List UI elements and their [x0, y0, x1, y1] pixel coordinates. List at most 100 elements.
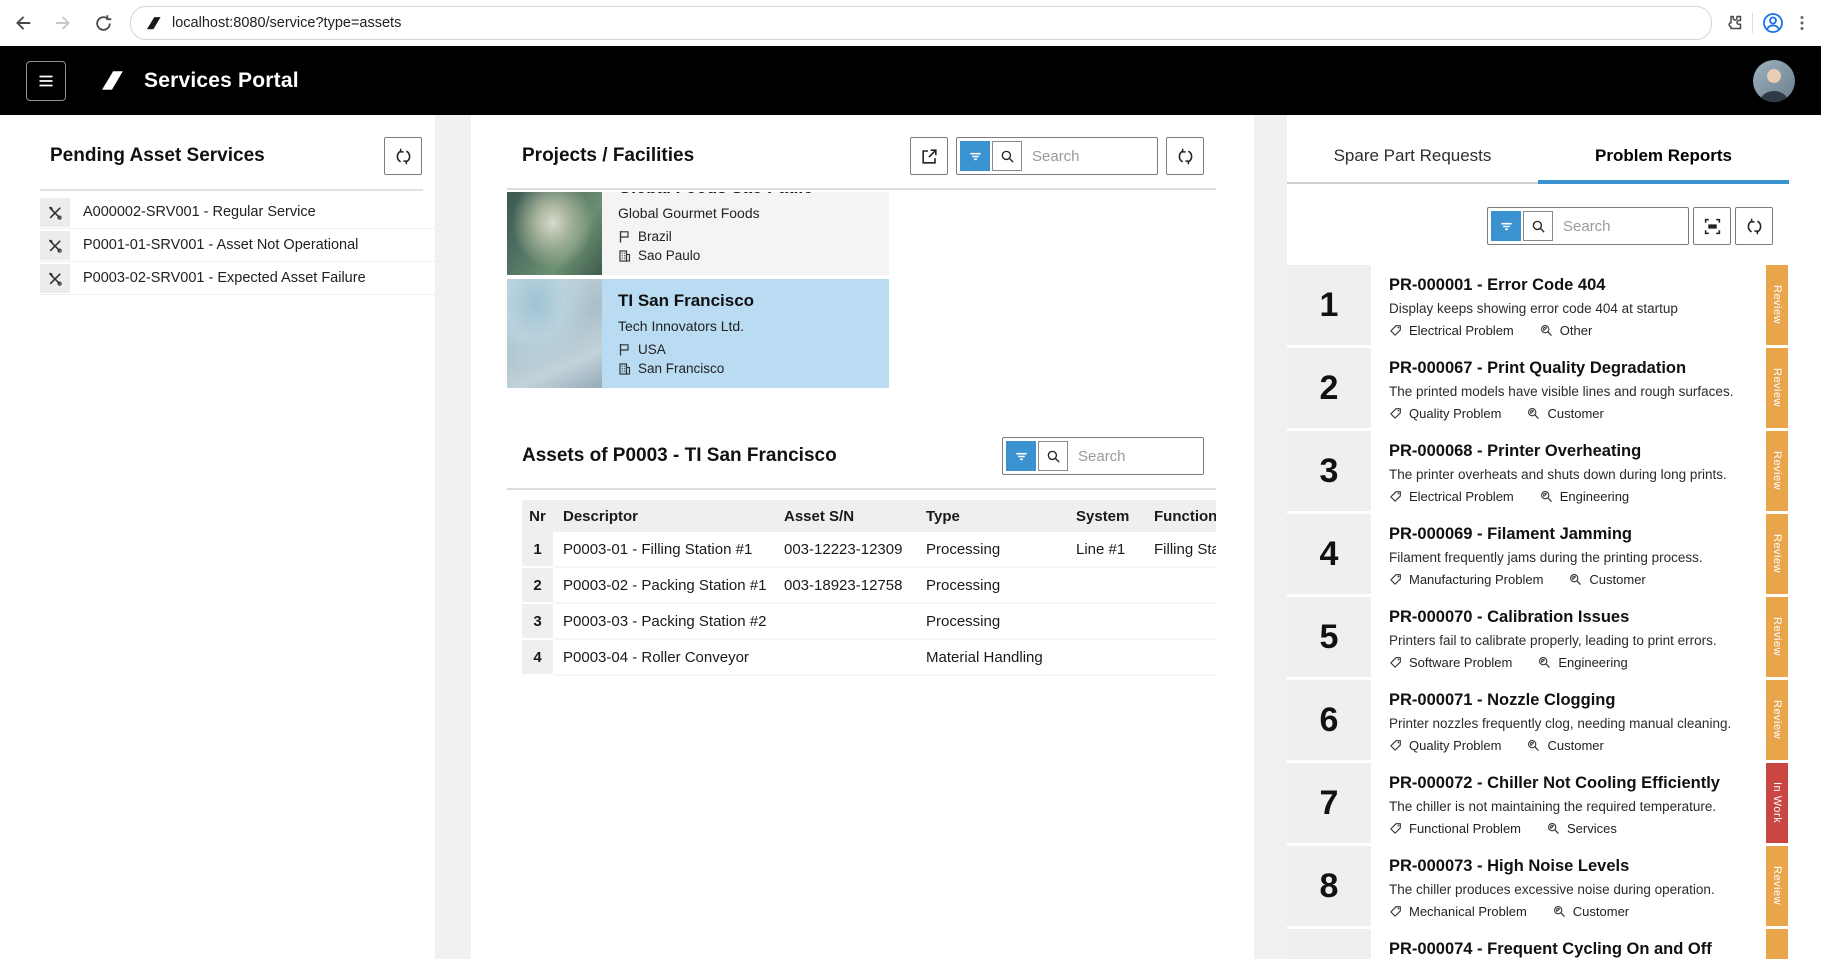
report-number: 2 [1287, 348, 1371, 428]
filter-button[interactable] [1491, 211, 1521, 241]
refresh-pending-button[interactable] [384, 137, 422, 175]
address-bar[interactable]: localhost:8080/service?type=assets [130, 6, 1712, 40]
problem-report-item[interactable]: 4 PR-000069 - Filament Jamming Filament … [1287, 514, 1821, 594]
facility-country: USA [638, 340, 666, 359]
asset-table-row[interactable]: 4 P0003-04 - Roller Conveyor Material Ha… [522, 640, 1216, 676]
facility-card-list: Global Foods Sao Paulo Global Gourmet Fo… [507, 192, 889, 393]
asset-nr: 4 [522, 640, 553, 676]
reports-panel: Spare Part Requests Problem Reports 1 [1287, 115, 1821, 959]
left-divider [40, 189, 423, 191]
report-category: Quality Problem [1389, 738, 1501, 753]
browser-reload-button[interactable] [86, 6, 120, 40]
filter-button[interactable] [960, 141, 990, 171]
tab-spare-part-requests[interactable]: Spare Part Requests [1287, 137, 1538, 184]
report-source: Services [1547, 821, 1617, 836]
browser-back-button[interactable] [6, 6, 40, 40]
report-category: Quality Problem [1389, 406, 1501, 421]
asset-type: Processing [926, 532, 1076, 566]
facility-image [507, 279, 602, 388]
report-number: 6 [1287, 680, 1371, 760]
external-link-icon [920, 147, 939, 166]
report-category-label: Quality Problem [1409, 738, 1501, 753]
refresh-reports-button[interactable] [1735, 207, 1773, 245]
asset-descriptor: P0003-04 - Roller Conveyor [553, 640, 784, 674]
tools-icon [40, 198, 70, 227]
report-source: Customer [1569, 572, 1645, 587]
report-status-badge: In Work [1766, 763, 1788, 843]
extensions-icon[interactable] [1724, 13, 1744, 33]
browser-menu-icon[interactable] [1793, 14, 1811, 32]
asset-table-row[interactable]: 1 P0003-01 - Filling Station #1 003-1222… [522, 532, 1216, 568]
detected-by-icon [1527, 739, 1540, 752]
tab-problem-reports[interactable]: Problem Reports [1538, 137, 1789, 184]
report-category: Manufacturing Problem [1389, 572, 1543, 587]
pending-service-item[interactable]: P0003-02-SRV001 - Expected Asset Failure [40, 264, 435, 295]
report-title: PR-000070 - Calibration Issues [1389, 608, 1766, 627]
filter-button[interactable] [1006, 441, 1036, 471]
assets-search-input[interactable] [1070, 447, 1200, 466]
tag-icon [1389, 905, 1402, 918]
facility-country: Brazil [638, 227, 672, 246]
facility-card[interactable]: Global Foods Sao Paulo Global Gourmet Fo… [507, 192, 889, 275]
report-category: Mechanical Problem [1389, 904, 1527, 919]
search-button[interactable] [992, 141, 1022, 171]
detected-by-icon [1553, 905, 1566, 918]
assets-table: Nr Descriptor Asset S/N Type System Func… [522, 500, 1216, 676]
asset-serial: 003-12223-12309 [784, 532, 926, 566]
asset-descriptor: P0003-01 - Filling Station #1 [553, 532, 784, 566]
problem-report-item[interactable]: 7 PR-000072 - Chiller Not Cooling Effici… [1287, 763, 1821, 843]
report-source: Engineering [1540, 489, 1629, 504]
report-source-label: Customer [1547, 738, 1603, 753]
report-description: Display keeps showing error code 404 at … [1389, 301, 1766, 316]
expand-reports-button[interactable] [1693, 207, 1731, 245]
menu-button[interactable] [26, 61, 66, 101]
report-title: PR-000001 - Error Code 404 [1389, 276, 1766, 295]
report-number [1287, 929, 1371, 959]
pending-service-item[interactable]: A000002-SRV001 - Regular Service [40, 198, 435, 229]
browser-forward-button[interactable] [46, 6, 80, 40]
pending-service-item[interactable]: P0001-01-SRV001 - Asset Not Operational [40, 231, 435, 262]
detected-by-icon [1540, 490, 1553, 503]
asset-descriptor: P0003-03 - Packing Station #2 [553, 604, 784, 638]
facility-card[interactable]: TI San Francisco Tech Innovators Ltd. US… [507, 279, 889, 388]
building-icon [618, 249, 631, 262]
site-favicon [145, 15, 162, 32]
report-source: Customer [1527, 406, 1603, 421]
profile-icon[interactable] [1761, 11, 1785, 35]
problem-report-item[interactable]: 2 PR-000067 - Print Quality Degradation … [1287, 348, 1821, 428]
problem-report-item[interactable]: 3 PR-000068 - Printer Overheating The pr… [1287, 431, 1821, 511]
projects-search-input[interactable] [1024, 147, 1154, 166]
report-status-badge: Review [1766, 348, 1788, 428]
report-title: PR-000074 - Frequent Cycling On and Off [1389, 940, 1766, 959]
asset-serial [784, 640, 926, 674]
asset-serial: 003-18923-12758 [784, 568, 926, 602]
report-category: Electrical Problem [1389, 323, 1514, 338]
asset-table-row[interactable]: 2 P0003-02 - Packing Station #1 003-1892… [522, 568, 1216, 604]
pending-service-label: P0003-02-SRV001 - Expected Asset Failure [70, 264, 366, 294]
pending-services-list: A000002-SRV001 - Regular Service P0001-0… [0, 198, 435, 295]
problem-report-item[interactable]: 6 PR-000071 - Nozzle Clogging Printer no… [1287, 680, 1821, 760]
asset-function: Filling Station [1154, 532, 1216, 566]
search-button[interactable] [1038, 441, 1068, 471]
panel-gutter [435, 115, 471, 959]
reports-search-input[interactable] [1555, 217, 1685, 236]
asset-nr: 3 [522, 604, 553, 640]
search-button[interactable] [1523, 211, 1553, 241]
browser-chrome: localhost:8080/service?type=assets [0, 0, 1821, 46]
report-status-badge: Review [1766, 680, 1788, 760]
open-external-button[interactable] [910, 137, 948, 175]
asset-function [1154, 640, 1216, 674]
refresh-projects-button[interactable] [1166, 137, 1204, 175]
problem-report-item[interactable]: 8 PR-000073 - High Noise Levels The chil… [1287, 846, 1821, 926]
problem-report-item[interactable]: 1 PR-000001 - Error Code 404 Display kee… [1287, 265, 1821, 345]
asset-table-row[interactable]: 3 P0003-03 - Packing Station #2 Processi… [522, 604, 1216, 640]
problem-report-item[interactable]: 5 PR-000070 - Calibration Issues Printer… [1287, 597, 1821, 677]
user-avatar[interactable] [1753, 60, 1795, 102]
filter-icon [1499, 219, 1514, 234]
facility-company: Tech Innovators Ltd. [618, 318, 879, 334]
problem-report-item[interactable]: PR-000074 - Frequent Cycling On and Off [1287, 929, 1821, 959]
col-header-descriptor: Descriptor [553, 500, 784, 532]
filter-icon [968, 149, 983, 164]
tag-icon [1389, 573, 1402, 586]
tag-icon [1389, 407, 1402, 420]
